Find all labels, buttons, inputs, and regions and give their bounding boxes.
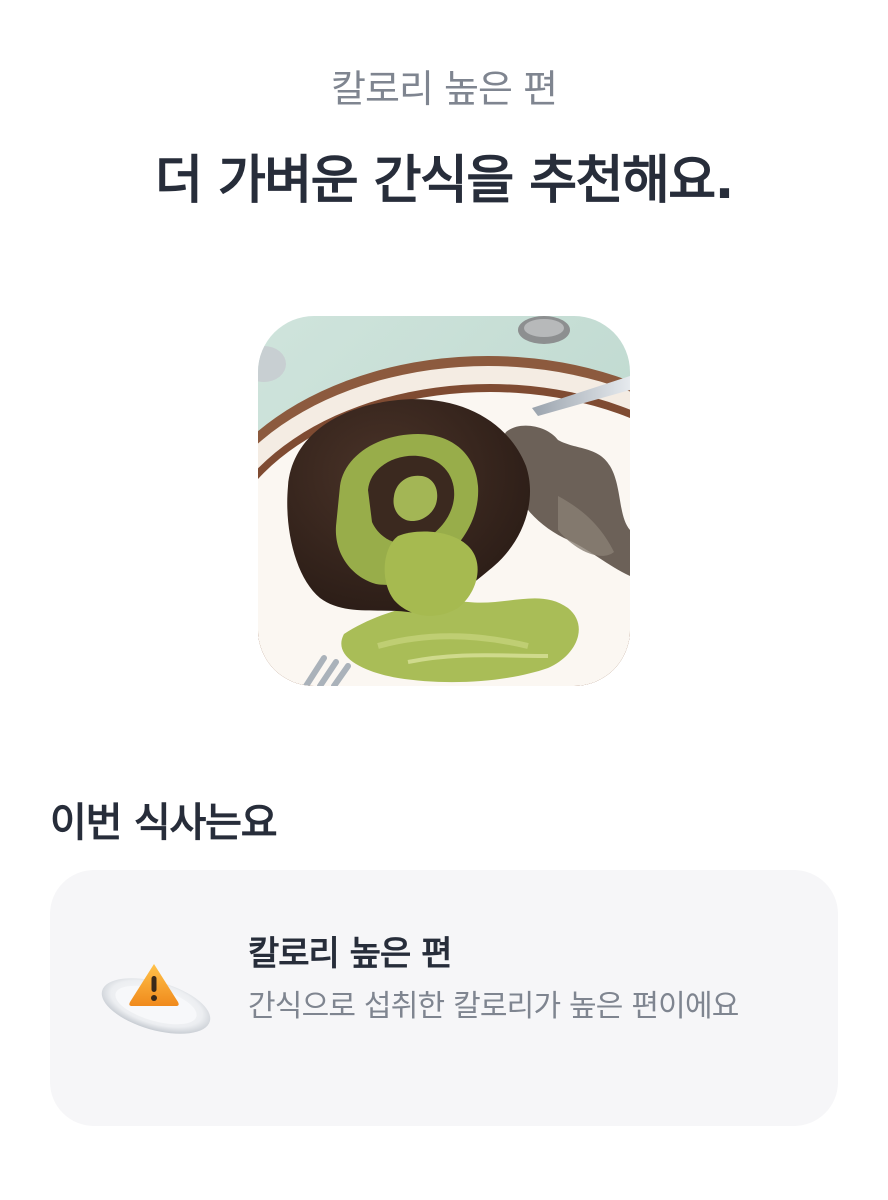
status-description: 간식으로 섭취한 칼로리가 높은 편이에요 bbox=[248, 989, 739, 1024]
status-title: 칼로리 높은 편 bbox=[248, 934, 452, 974]
calorie-status-card: 칼로리 높은 편 간식으로 섭취한 칼로리가 높은 편이에요 bbox=[50, 870, 838, 1126]
warning-plate-icon bbox=[98, 958, 214, 1038]
result-subtitle: 칼로리 높은 편 bbox=[331, 67, 558, 111]
recommendation-headline: 더 가벼운 간식을 추천해요. bbox=[155, 151, 734, 211]
section-title: 이번 식사는요 bbox=[50, 800, 278, 846]
meal-photo bbox=[258, 316, 630, 686]
